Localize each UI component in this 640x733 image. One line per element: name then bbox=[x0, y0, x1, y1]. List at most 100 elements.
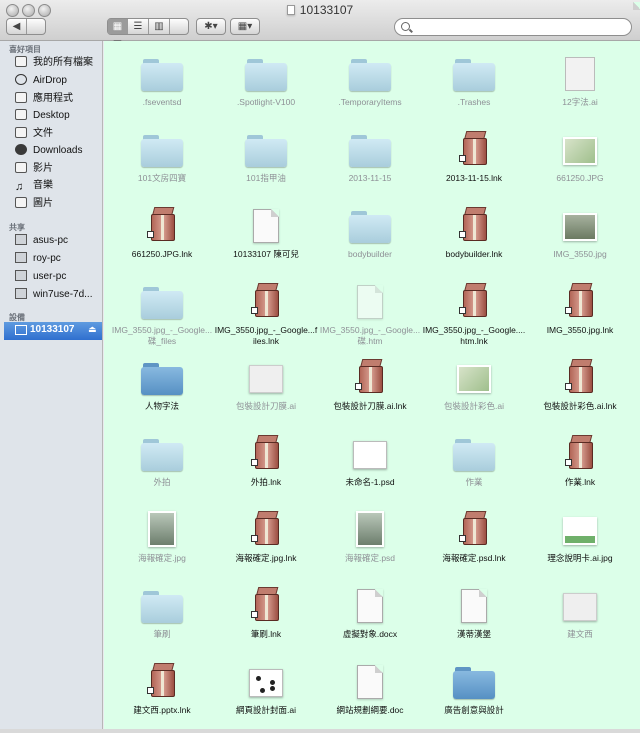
file-name: 101文房四寶 bbox=[137, 173, 187, 183]
file-name: IMG_3550.jpg_-_Google...files.lnk bbox=[214, 325, 318, 346]
sidebar-item-label: 文件 bbox=[33, 128, 53, 139]
file-item[interactable]: .fseventsd bbox=[110, 49, 214, 125]
document-file-icon bbox=[357, 665, 383, 699]
search-field[interactable] bbox=[394, 18, 632, 36]
illustrator-file-icon bbox=[565, 57, 595, 91]
eject-icon[interactable]: ⏏ bbox=[88, 324, 97, 335]
file-item[interactable]: 海報確定.psd bbox=[318, 505, 422, 581]
file-item[interactable]: IMG_3550.jpg_-_Google...碟_files bbox=[110, 277, 214, 353]
file-name: 建文西 bbox=[567, 629, 593, 639]
file-item[interactable]: 人物字法 bbox=[110, 353, 214, 429]
sidebar-item-asus-pc[interactable]: asus-pc bbox=[15, 232, 103, 249]
file-item[interactable]: 12字法.ai bbox=[528, 49, 632, 125]
sidebar-item-movies[interactable]: 影片 bbox=[15, 160, 103, 177]
file-item[interactable]: 外拍 bbox=[110, 429, 214, 505]
sidebar-item-music[interactable]: ♫ 音樂 bbox=[15, 177, 103, 194]
shortcut-package-icon bbox=[459, 129, 489, 167]
file-name: 外拍.lnk bbox=[250, 477, 282, 487]
file-item[interactable]: 網頁設計封面.ai bbox=[214, 657, 318, 733]
file-name: 2013-11-15 bbox=[348, 173, 392, 183]
airdrop-icon bbox=[15, 74, 27, 85]
file-item[interactable]: 101指甲油 bbox=[214, 125, 318, 201]
file-item[interactable]: 海報確定.jpg.lnk bbox=[214, 505, 318, 581]
file-name: 漢蒂漢堡 bbox=[456, 629, 491, 639]
file-item[interactable]: 筆刷.lnk bbox=[214, 581, 318, 657]
folder-icon bbox=[141, 287, 183, 319]
folder-icon bbox=[453, 59, 495, 91]
file-item[interactable]: 筆刷 bbox=[110, 581, 214, 657]
navigation-buttons: ◀▶ bbox=[6, 18, 46, 50]
file-item[interactable]: IMG_3550.jpg bbox=[528, 201, 632, 277]
file-item[interactable]: 外拍.lnk bbox=[214, 429, 318, 505]
folder-icon bbox=[141, 591, 183, 623]
file-item[interactable]: .TemporaryItems bbox=[318, 49, 422, 125]
file-item[interactable]: 作業.lnk bbox=[528, 429, 632, 505]
file-item[interactable]: 661250.JPG.lnk bbox=[110, 201, 214, 277]
sidebar-item-win7use[interactable]: win7use-7d... bbox=[15, 286, 103, 303]
sidebar-item-desktop[interactable]: Desktop bbox=[15, 107, 103, 124]
file-item[interactable]: 建文西.pptx.lnk bbox=[110, 657, 214, 733]
file-item[interactable]: 海報確定.jpg bbox=[110, 505, 214, 581]
file-item[interactable]: 包裝設計刀膜.ai.lnk bbox=[318, 353, 422, 429]
file-item[interactable]: 101文房四寶 bbox=[110, 125, 214, 201]
file-item[interactable]: 建文西 bbox=[528, 581, 632, 657]
shortcut-package-icon bbox=[459, 281, 489, 319]
file-item[interactable]: 未命名-1.psd bbox=[318, 429, 422, 505]
file-name: IMG_3550.jpg.lnk bbox=[546, 325, 614, 335]
file-item[interactable]: 包裝設計彩色.ai bbox=[422, 353, 526, 429]
file-item[interactable]: IMG_3550.jpg_-_Google...files.lnk bbox=[214, 277, 318, 353]
shortcut-package-icon bbox=[565, 281, 595, 319]
file-item[interactable]: 廣告創意與設計 bbox=[422, 657, 526, 733]
file-name: 筆刷.lnk bbox=[250, 629, 282, 639]
arrange-icon: ▦▾ bbox=[237, 21, 253, 32]
sidebar-item-label: roy-pc bbox=[33, 253, 61, 264]
sidebar-item-airdrop[interactable]: AirDrop bbox=[15, 72, 103, 89]
shortcut-package-icon bbox=[251, 281, 281, 319]
file-item[interactable]: 10133107 陳可兒 bbox=[214, 201, 318, 277]
sidebar-item-user-pc[interactable]: user-pc bbox=[15, 268, 103, 285]
file-item[interactable]: IMG_3550.jpg_-_Google....htm.lnk bbox=[422, 277, 526, 353]
list-view-button[interactable]: ☰ bbox=[128, 19, 149, 34]
applications-icon bbox=[15, 92, 27, 103]
back-button[interactable]: ◀ bbox=[7, 19, 27, 34]
shortcut-package-icon bbox=[355, 357, 385, 395]
file-item[interactable]: .Trashes bbox=[422, 49, 526, 125]
action-menu-button[interactable]: ✱▾ bbox=[196, 18, 226, 35]
icon-view-button[interactable]: ▦ bbox=[108, 19, 128, 34]
file-item[interactable]: IMG_3550.jpg_-_Google...碟.htm bbox=[318, 277, 422, 353]
file-name: bodybuilder bbox=[348, 249, 392, 259]
search-input[interactable] bbox=[413, 20, 627, 35]
sidebar-item-documents[interactable]: 文件 bbox=[15, 125, 103, 142]
file-item[interactable]: bodybuilder bbox=[318, 201, 422, 277]
sidebar-item-all-files[interactable]: 我的所有檔案 bbox=[15, 54, 103, 71]
file-item[interactable]: 海報確定.psd.lnk bbox=[422, 505, 526, 581]
file-item[interactable]: 理念說明卡.ai.jpg bbox=[528, 505, 632, 581]
shortcut-package-icon bbox=[459, 509, 489, 547]
sidebar-item-label: 10133107 bbox=[30, 324, 75, 335]
file-item[interactable]: 2013-11-15 bbox=[318, 125, 422, 201]
file-item[interactable]: 包裝設計彩色.ai.lnk bbox=[528, 353, 632, 429]
sidebar-item-roy-pc[interactable]: roy-pc bbox=[15, 250, 103, 267]
file-item[interactable]: 虛擬對象.docx bbox=[318, 581, 422, 657]
sidebar-item-pictures[interactable]: 圖片 bbox=[15, 195, 103, 212]
arrange-menu-button[interactable]: ▦▾ bbox=[230, 18, 260, 35]
file-item[interactable]: 網站規劃綱要.doc bbox=[318, 657, 422, 733]
file-name: 作業 bbox=[465, 477, 483, 487]
file-item[interactable]: IMG_3550.jpg.lnk bbox=[528, 277, 632, 353]
file-item[interactable]: 包裝設計刀膜.ai bbox=[214, 353, 318, 429]
network-pc-icon bbox=[15, 270, 27, 281]
folder-icon bbox=[141, 363, 183, 395]
folder-icon bbox=[245, 135, 287, 167]
file-item[interactable]: 作業 bbox=[422, 429, 526, 505]
file-item[interactable]: bodybuilder.lnk bbox=[422, 201, 526, 277]
file-name: .Trashes bbox=[457, 97, 491, 107]
file-item[interactable]: 漢蒂漢堡 bbox=[422, 581, 526, 657]
sidebar-item-applications[interactable]: 應用程式 bbox=[15, 90, 103, 107]
file-item[interactable]: 661250.JPG bbox=[528, 125, 632, 201]
window-title: 10133107 bbox=[0, 3, 640, 17]
file-item[interactable]: .Spotlight-V100 bbox=[214, 49, 318, 125]
sidebar-item-downloads[interactable]: Downloads bbox=[15, 142, 103, 159]
file-item[interactable]: 2013-11-15.lnk bbox=[422, 125, 526, 201]
column-view-button[interactable]: ▥ bbox=[149, 19, 170, 34]
search-icon bbox=[401, 22, 410, 31]
